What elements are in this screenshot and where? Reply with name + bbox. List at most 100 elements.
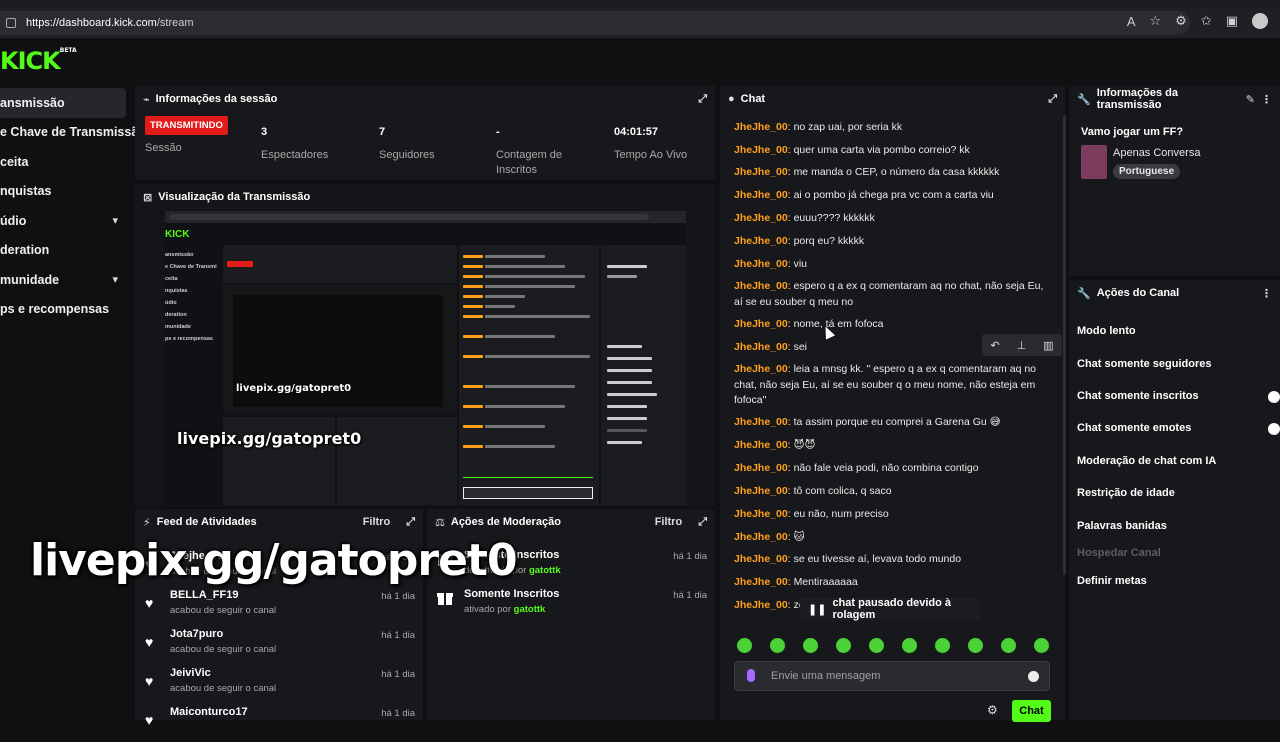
chat-scrollbar[interactable] (1063, 115, 1066, 575)
sidebar-item-transmissao[interactable]: ansmissão (0, 88, 126, 118)
emote-icon[interactable] (770, 638, 785, 653)
age-restriction-action[interactable]: Restrição de idade (1077, 487, 1175, 499)
chat-message[interactable]: JheJhe_00: me manda o CEP, o número da c… (734, 165, 1044, 181)
site-info-icon[interactable] (6, 18, 16, 28)
pin-icon[interactable]: ⊥ (1017, 339, 1027, 352)
browser-address-bar: https://dashboard.kick.com/stream A ☆ ⚙ … (0, 8, 1280, 38)
slow-mode-action[interactable]: Modo lento (1077, 325, 1136, 337)
emoji-picker-icon[interactable] (1028, 671, 1039, 682)
chat-message[interactable]: JheJhe_00: tô com colica, q saco (734, 484, 1044, 500)
category-name[interactable]: Apenas Conversa (1113, 147, 1200, 159)
chat-message[interactable]: JheJhe_00: nome, tá em fofoca (734, 317, 1044, 333)
followers-only-action[interactable]: Chat somente seguidores (1077, 358, 1211, 370)
mini-side-item: údio (165, 300, 177, 306)
emote-icon[interactable] (803, 638, 818, 653)
chat-message[interactable]: JheJhe_00: 🐱 (734, 530, 1044, 546)
sidebar-item-receita[interactable]: ceita (0, 147, 126, 177)
browser-tabstrip (0, 0, 1280, 8)
url-field[interactable]: https://dashboard.kick.com/stream (0, 11, 1190, 35)
popout-icon[interactable]: ⤢ (698, 93, 707, 106)
popout-icon[interactable]: ⤢ (406, 516, 415, 529)
set-goals-action[interactable]: Definir metas (1077, 575, 1147, 587)
edit-icon[interactable]: ✎ (1246, 93, 1255, 106)
star-icon[interactable]: ☆ (1149, 13, 1161, 29)
chat-paused-banner[interactable]: ❚❚ chat pausado devido à rolagem (800, 597, 980, 621)
banned-words-action[interactable]: Palavras banidas (1077, 520, 1167, 532)
stream-info-header: 🔧 Informações da transmissão ✎ ⋮ (1069, 86, 1280, 112)
chat-message-input[interactable]: Envie uma mensagem (734, 661, 1050, 691)
emote-icon[interactable] (836, 638, 851, 653)
send-chat-button[interactable]: Chat (1012, 700, 1051, 722)
chat-message[interactable]: JheJhe_00: eu não, num preciso (734, 507, 1044, 523)
feed-filter-button[interactable]: Filtro (363, 516, 391, 528)
sidebar-item-conquistas[interactable]: nquistas (0, 177, 126, 207)
emote-icon[interactable] (737, 638, 752, 653)
sidebar-item-chave[interactable]: e Chave de Transmissão (0, 118, 146, 148)
chat-message[interactable]: JheJhe_00: euuu???? kkkkkk (734, 211, 1044, 227)
followers-stat: 7 Seguidores (379, 126, 435, 161)
emote-icon[interactable] (1034, 638, 1049, 653)
read-aloud-icon[interactable]: A (1127, 14, 1136, 29)
emote-icon[interactable] (902, 638, 917, 653)
heart-icon: ♥ (145, 712, 154, 728)
emotes-only-toggle[interactable] (1268, 423, 1280, 435)
popout-icon[interactable]: ⤢ (698, 516, 707, 529)
chat-message[interactable]: JheJhe_00: Mentiraaaaaa (734, 575, 1044, 591)
chat-message[interactable]: JheJhe_00: não fale veia podi, não combi… (734, 461, 1044, 477)
microphone-icon[interactable] (747, 669, 755, 682)
sidebar-item-comunidade[interactable]: munidade ▾ (0, 265, 126, 295)
sidebar: ansmissão e Chave de Transmissão ceita n… (0, 88, 146, 325)
moderation-filter-button[interactable]: Filtro (655, 516, 683, 528)
live-badge: TRANSMITINDO (145, 116, 228, 135)
session-info-header: ⌁ Informações da sessão ⤢ (135, 86, 715, 112)
sidebar-item-moderation[interactable]: deration (0, 236, 126, 266)
preview-icon: ⊠ (143, 191, 153, 204)
mini-right-panels (601, 245, 686, 505)
reply-icon[interactable]: ↶ (990, 339, 999, 352)
live-time-stat: 04:01:57 Tempo Ao Vivo (614, 126, 688, 161)
collections-icon[interactable]: ▣ (1226, 13, 1238, 29)
ai-moderation-action[interactable]: Moderação de chat com IA (1077, 455, 1216, 467)
mini-url (169, 214, 649, 220)
extension-icon[interactable]: ⚙ (1175, 13, 1187, 29)
category-thumbnail (1081, 145, 1107, 179)
mini-side-item: e Chave de Transmissão (165, 264, 217, 270)
favorites-icon[interactable]: ✩ (1201, 13, 1212, 29)
delete-icon[interactable]: ▥ (1043, 339, 1053, 352)
moderation-header: ⚖ Ações de Moderação Filtro ⤢ (427, 509, 715, 535)
mini-browser-bar (165, 211, 686, 223)
chat-message[interactable]: JheJhe_00: espero q a ex q comentaram aq… (734, 279, 1044, 310)
emote-icon[interactable] (935, 638, 950, 653)
subs-stat: - Contagem de Inscritos (496, 126, 563, 176)
chat-message[interactable]: JheJhe_00: quer uma carta via pombo corr… (734, 143, 1044, 159)
preview-header: ⊠ Visualização da Transmissão (135, 184, 715, 210)
emote-icon[interactable] (1001, 638, 1016, 653)
emotes-only-action[interactable]: Chat somente emotes (1077, 422, 1191, 434)
chat-message[interactable]: JheJhe_00: se eu tivesse aí, levava todo… (734, 552, 1044, 568)
chat-message[interactable]: JheJhe_00: leia a mnsg kk. " espero q a … (734, 362, 1044, 409)
chat-message[interactable]: JheJhe_00: porq eu? kkkkk (734, 234, 1044, 250)
chat-settings-icon[interactable]: ⚙ (987, 703, 998, 717)
chat-message[interactable]: JheJhe_00: no zap uai, por seria kk (734, 120, 1044, 136)
chat-message[interactable]: JheJhe_00: 😈😈 (734, 438, 1044, 454)
subscribers-only-action[interactable]: Chat somente inscritos (1077, 390, 1199, 402)
more-icon[interactable]: ⋮ (1261, 93, 1272, 106)
emote-icon[interactable] (869, 638, 884, 653)
chat-message[interactable]: JheJhe_00: viu (734, 257, 1044, 273)
gift-icon (437, 591, 453, 605)
mini-logo: KICK (165, 229, 190, 240)
sidebar-item-audio[interactable]: údio ▾ (0, 206, 126, 236)
popout-icon[interactable]: ⤢ (1048, 93, 1057, 106)
profile-avatar[interactable] (1252, 13, 1268, 29)
kick-logo[interactable]: KICKBETA (0, 47, 77, 75)
panel-title: Informações da transmissão (1096, 87, 1179, 111)
chat-message[interactable]: JheJhe_00: ta assim porque eu comprei a … (734, 415, 1044, 431)
emote-icon[interactable] (968, 638, 983, 653)
panel-title: Visualização da Transmissão (158, 191, 311, 203)
stream-preview-video[interactable]: KICK ansmissão e Chave de Transmissão ce… (165, 211, 686, 505)
chat-message[interactable]: JheJhe_00: ai o pombo já chega pra vc co… (734, 188, 1044, 204)
subscribers-only-toggle[interactable] (1268, 391, 1280, 403)
preview-overlay-text: livepix.gg/gatopret0 (177, 429, 362, 448)
more-icon[interactable]: ⋮ (1261, 287, 1272, 300)
sidebar-item-recompensas[interactable]: ps e recompensas (0, 295, 126, 325)
